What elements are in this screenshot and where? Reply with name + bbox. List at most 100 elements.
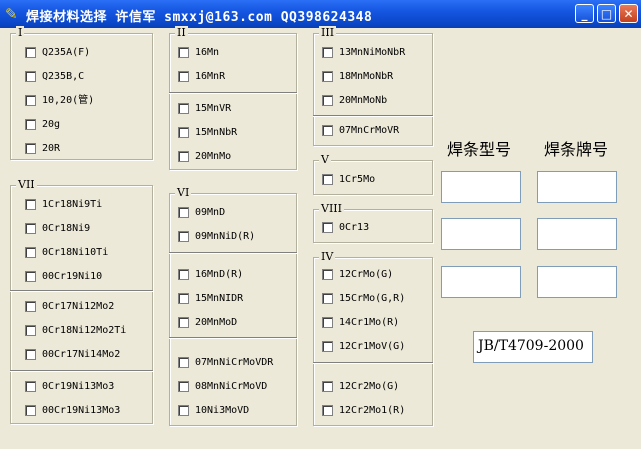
checkbox-label[interactable]: 09MnD (195, 205, 225, 221)
checkbox-label[interactable]: 15MnNIDR (195, 291, 243, 307)
close-button[interactable]: ✕ (619, 4, 638, 23)
checkbox-box[interactable] (322, 405, 333, 416)
checkbox-label[interactable]: 00Cr19Ni10 (42, 269, 102, 285)
rod-type-field-3[interactable] (441, 266, 521, 298)
checkbox-box[interactable] (25, 271, 36, 282)
checkbox-box[interactable] (178, 405, 189, 416)
checkbox-box[interactable] (178, 71, 189, 82)
rod-brand-field-1[interactable] (537, 171, 617, 203)
separator (313, 115, 433, 117)
checkbox-box[interactable] (178, 151, 189, 162)
checkbox-label[interactable]: 20MnMoNb (339, 93, 387, 109)
checkbox-label[interactable]: 16MnR (195, 69, 225, 85)
checkbox-label[interactable]: 0Cr19Ni13Mo3 (42, 379, 114, 395)
checkbox-box[interactable] (25, 349, 36, 360)
checkbox-box[interactable] (25, 71, 36, 82)
checkbox-label[interactable]: 0Cr13 (339, 220, 369, 236)
checkbox-label[interactable]: 0Cr18Ni12Mo2Ti (42, 323, 126, 339)
checkbox-label[interactable]: 16Mn (195, 45, 219, 61)
checkbox-label[interactable]: 12CrMo(G) (339, 267, 393, 283)
checkbox-box[interactable] (25, 223, 36, 234)
checkbox-label[interactable]: 0Cr18Ni10Ti (42, 245, 108, 261)
separator (169, 92, 297, 94)
group-IV: IV 12CrMo(G) 15CrMo(G,R) 14Cr1Mo(R) 12Cr… (313, 250, 433, 426)
rod-brand-field-3[interactable] (537, 266, 617, 298)
group-VII: VII 1Cr18Ni9Ti 0Cr18Ni9 0Cr18Ni10Ti 00Cr… (10, 178, 153, 424)
title-bar[interactable]: ✎ 焊接材料选择 许信军 smxxj@163.com QQ398624348 _… (0, 0, 641, 28)
checkbox-label[interactable]: 15CrMo(G,R) (339, 291, 405, 307)
group-III: III 13MnNiMoNbR 18MnMoNbR 20MnMoNb 07MnC… (313, 26, 433, 146)
checkbox-label[interactable]: 08MnNiCrMoVD (195, 379, 267, 395)
checkbox-box[interactable] (322, 269, 333, 280)
checkbox-box[interactable] (322, 317, 333, 328)
checkbox-box[interactable] (25, 95, 36, 106)
checkbox-box[interactable] (322, 47, 333, 58)
checkbox-box[interactable] (178, 103, 189, 114)
checkbox-label[interactable]: 14Cr1Mo(R) (339, 315, 399, 331)
checkbox-label[interactable]: 15MnVR (195, 101, 231, 117)
standard-field[interactable]: JB/T4709-2000 (473, 331, 593, 363)
checkbox-label[interactable]: 20MnMoD (195, 315, 237, 331)
checkbox-box[interactable] (322, 222, 333, 233)
checkbox-label[interactable]: 18MnMoNbR (339, 69, 393, 85)
group-II-legend: II (175, 26, 188, 40)
rod-brand-field-2[interactable] (537, 218, 617, 250)
group-VIII-legend: VIII (319, 202, 344, 216)
checkbox-box[interactable] (322, 381, 333, 392)
checkbox-label[interactable]: 20g (42, 117, 60, 133)
checkbox-label[interactable]: 12Cr2Mo(G) (339, 379, 399, 395)
checkbox-box[interactable] (178, 357, 189, 368)
checkbox-box[interactable] (25, 119, 36, 130)
checkbox-label[interactable]: Q235B,C (42, 69, 84, 85)
checkbox-label[interactable]: 12Cr2Mo1(R) (339, 403, 405, 419)
checkbox-label[interactable]: 07MnCrMoVR (339, 123, 399, 139)
separator (169, 252, 297, 254)
checkbox-label[interactable]: 0Cr18Ni9 (42, 221, 90, 237)
checkbox-label[interactable]: 09MnNiD(R) (195, 229, 255, 245)
checkbox-label[interactable]: 00Cr17Ni14Mo2 (42, 347, 120, 363)
maximize-button[interactable]: □ (597, 4, 616, 23)
checkbox-label[interactable]: 10,20(管) (42, 93, 94, 109)
group-VI: VI 09MnD 09MnNiD(R) 16MnD(R) 15MnNIDR 20… (169, 186, 297, 426)
checkbox-box[interactable] (322, 71, 333, 82)
checkbox-label[interactable]: 16MnD(R) (195, 267, 243, 283)
checkbox-label[interactable]: 1Cr5Mo (339, 172, 375, 188)
checkbox-box[interactable] (322, 174, 333, 185)
rod-type-field-1[interactable] (441, 171, 521, 203)
checkbox-box[interactable] (25, 47, 36, 58)
checkbox-box[interactable] (178, 293, 189, 304)
checkbox-box[interactable] (178, 127, 189, 138)
checkbox-label[interactable]: 00Cr19Ni13Mo3 (42, 403, 120, 419)
checkbox-label[interactable]: 07MnNiCrMoVDR (195, 355, 273, 371)
checkbox-box[interactable] (25, 143, 36, 154)
checkbox-box[interactable] (322, 341, 333, 352)
checkbox-box[interactable] (178, 207, 189, 218)
checkbox-box[interactable] (25, 199, 36, 210)
group-V: V 1Cr5Mo (313, 153, 433, 195)
checkbox-label[interactable]: 12Cr1MoV(G) (339, 339, 405, 355)
checkbox-box[interactable] (25, 325, 36, 336)
checkbox-box[interactable] (178, 317, 189, 328)
checkbox-box[interactable] (178, 381, 189, 392)
checkbox-label[interactable]: 15MnNbR (195, 125, 237, 141)
checkbox-box[interactable] (322, 95, 333, 106)
checkbox-box[interactable] (322, 293, 333, 304)
checkbox-box[interactable] (25, 405, 36, 416)
checkbox-box[interactable] (25, 381, 36, 392)
checkbox-box[interactable] (178, 269, 189, 280)
checkbox-box[interactable] (178, 231, 189, 242)
checkbox-box[interactable] (178, 47, 189, 58)
checkbox-label[interactable]: 13MnNiMoNbR (339, 45, 405, 61)
minimize-button[interactable]: _ (575, 4, 594, 23)
checkbox-label[interactable]: 20R (42, 141, 60, 157)
rod-type-field-2[interactable] (441, 218, 521, 250)
group-VI-legend: VI (175, 186, 192, 200)
checkbox-box[interactable] (322, 125, 333, 136)
checkbox-label[interactable]: 10Ni3MoVD (195, 403, 249, 419)
checkbox-label[interactable]: 0Cr17Ni12Mo2 (42, 299, 114, 315)
checkbox-label[interactable]: Q235A(F) (42, 45, 90, 61)
checkbox-box[interactable] (25, 301, 36, 312)
checkbox-label[interactable]: 1Cr18Ni9Ti (42, 197, 102, 213)
checkbox-label[interactable]: 20MnMo (195, 149, 231, 165)
checkbox-box[interactable] (25, 247, 36, 258)
